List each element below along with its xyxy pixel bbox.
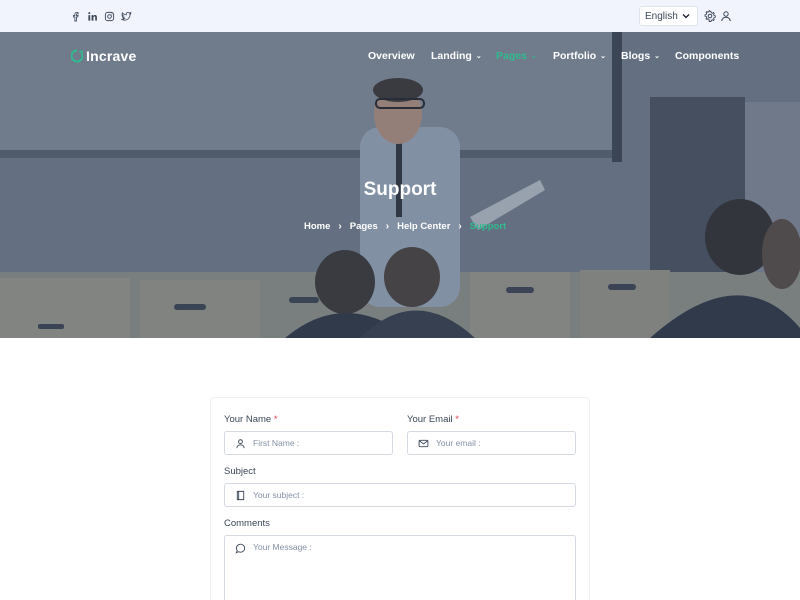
brand-logo[interactable]: Incrave <box>71 48 136 64</box>
hero-section: Incrave Overview Landing ⌄ Pages ⌄ Portfol… <box>0 32 800 338</box>
brand-name: Incrave <box>86 48 137 64</box>
nav-pages[interactable]: Pages ⌄ <box>496 50 537 62</box>
facebook-icon[interactable] <box>69 10 81 22</box>
nav-landing[interactable]: Landing ⌄ <box>431 50 482 62</box>
message-circle-icon <box>235 543 246 554</box>
linkedin-icon[interactable] <box>86 10 98 22</box>
email-field[interactable] <box>407 431 576 455</box>
required-mark: * <box>455 414 459 425</box>
support-form: Your Name * Your Email * Subject Comment… <box>210 397 590 600</box>
email-label: Your Email * <box>407 414 459 425</box>
email-label-text: Your Email <box>407 414 453 425</box>
required-mark: * <box>273 414 278 425</box>
chevron-down-icon: ⌄ <box>654 53 661 60</box>
name-label: Your Name * <box>224 414 278 425</box>
breadcrumb: Home › Pages › Help Center › Support <box>304 221 506 232</box>
name-input[interactable] <box>253 432 386 454</box>
nav-components-label: Components <box>675 50 740 62</box>
comments-field[interactable] <box>224 535 576 600</box>
breadcrumb-help-center[interactable]: Help Center <box>397 221 450 232</box>
language-select[interactable]: English <box>639 6 698 26</box>
user-icon <box>236 439 245 449</box>
instagram-icon[interactable] <box>103 10 115 22</box>
chevron-right-icon: › <box>385 221 390 232</box>
twitter-icon[interactable] <box>120 10 132 22</box>
social-links <box>69 10 132 22</box>
settings-icon[interactable] <box>704 10 716 22</box>
nav-blogs[interactable]: Blogs ⌄ <box>621 50 660 62</box>
chevron-down-icon: ⌄ <box>530 53 537 60</box>
user-icon[interactable] <box>720 10 732 22</box>
logo-icon <box>71 49 83 63</box>
name-label-text: Your Name <box>224 414 272 425</box>
subject-label: Subject <box>224 466 256 477</box>
subject-input[interactable] <box>253 484 569 506</box>
book-icon <box>236 490 245 501</box>
breadcrumb-home[interactable]: Home <box>304 221 330 232</box>
nav-portfolio[interactable]: Portfolio ⌄ <box>553 50 606 62</box>
email-input[interactable] <box>436 432 569 454</box>
language-select-value: English <box>645 10 678 22</box>
top-bar: English <box>0 0 800 32</box>
breadcrumb-pages[interactable]: Pages <box>350 221 378 232</box>
nav-pages-label: Pages <box>496 50 527 62</box>
chevron-right-icon: › <box>458 221 462 232</box>
breadcrumb-current: Support <box>469 221 507 232</box>
chevron-down-icon <box>682 14 690 19</box>
nav-overview[interactable]: Overview <box>368 50 415 62</box>
page-title: Support <box>363 179 437 200</box>
nav-components[interactable]: Components <box>675 50 739 62</box>
nav-landing-label: Landing <box>431 50 472 62</box>
nav-blogs-label: Blogs <box>621 50 651 62</box>
chevron-right-icon: › <box>338 221 342 232</box>
nav-overview-label: Overview <box>368 50 415 62</box>
subject-field[interactable] <box>224 483 576 507</box>
nav-portfolio-label: Portfolio <box>553 50 597 62</box>
name-field[interactable] <box>224 431 393 455</box>
chevron-down-icon: ⌄ <box>600 53 607 60</box>
mail-icon <box>418 439 429 448</box>
chevron-down-icon: ⌄ <box>475 53 482 60</box>
comments-label: Comments <box>224 518 270 529</box>
comments-input[interactable] <box>253 542 569 592</box>
